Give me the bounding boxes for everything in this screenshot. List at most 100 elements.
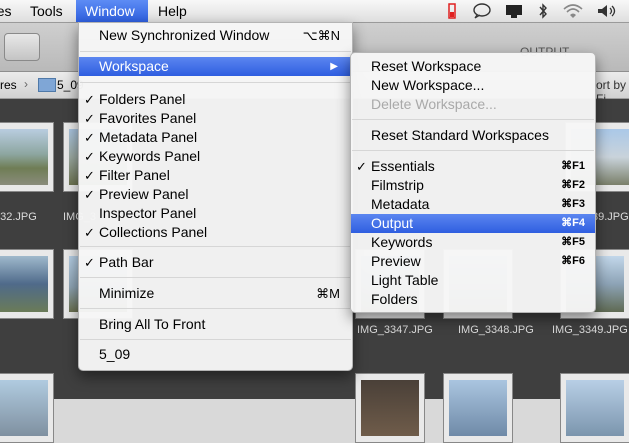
- menu-item-metadata-panel[interactable]: ✓ Metadata Panel: [79, 128, 352, 147]
- menu-item-label: Metadata: [371, 196, 430, 212]
- toolbar-button[interactable]: [4, 33, 40, 61]
- menu-item-shortcut: ⌘F5: [561, 236, 585, 248]
- menu-item-bring-all-to-front[interactable]: Bring All To Front: [79, 315, 352, 334]
- menu-item-label: Keywords: [371, 234, 433, 250]
- menu-item-shortcut: ⌘M: [316, 286, 340, 301]
- menu-item-folders-panel[interactable]: ✓ Folders Panel: [79, 90, 352, 109]
- chat-bubble-icon[interactable]: [472, 3, 492, 19]
- checkmark-icon: ✓: [84, 225, 95, 240]
- menu-separator: [80, 51, 351, 52]
- menu-item-new-synchronized-window[interactable]: New Synchronized Window ⌥⌘N: [79, 26, 352, 45]
- thumbnail-caption: IMG_3347.JPG: [357, 324, 433, 336]
- menu-item-label: Keywords Panel: [99, 148, 201, 164]
- menu-item-label: Filmstrip: [371, 177, 424, 193]
- thumbnail-caption: IMG_3349.JPG: [552, 324, 628, 336]
- menu-item-reset-workspace[interactable]: Reset Workspace: [351, 57, 595, 76]
- menu-item-shortcut: ⌘F6: [561, 255, 585, 267]
- menu-item-essentials[interactable]: ✓ Essentials ⌘F1: [351, 157, 595, 176]
- menu-item-favorites-panel[interactable]: ✓ Favorites Panel: [79, 109, 352, 128]
- menu-separator: [352, 150, 594, 151]
- menu-item-label: 5_09: [99, 346, 131, 362]
- thumbnail[interactable]: [355, 373, 425, 443]
- checkmark-icon: ✓: [84, 187, 95, 202]
- menu-help[interactable]: Help: [150, 0, 195, 22]
- menu-window[interactable]: Window: [76, 0, 148, 22]
- folder-icon: [38, 78, 56, 92]
- menu-item-filmstrip[interactable]: Filmstrip ⌘F2: [351, 176, 595, 195]
- checkmark-icon: ✓: [356, 159, 367, 174]
- menu-separator: [80, 277, 351, 278]
- menu-separator: [80, 308, 351, 309]
- checkmark-icon: ✓: [84, 255, 95, 270]
- path-left-segment[interactable]: res: [0, 78, 17, 92]
- menu-item-new-workspace[interactable]: New Workspace...: [351, 76, 595, 95]
- menu-item-label: New Workspace...: [371, 77, 485, 93]
- menu-bar: Files Tools Window Help: [0, 0, 629, 23]
- menu-item-window-5-09[interactable]: 5_09: [79, 345, 352, 364]
- menu-item-label: Bring All To Front: [99, 316, 206, 332]
- menu-item-label: Essentials: [371, 158, 435, 174]
- menu-item-keywords[interactable]: Keywords ⌘F5: [351, 233, 595, 252]
- bluetooth-icon[interactable]: [537, 3, 549, 19]
- menu-item-workspace[interactable]: Workspace ▶: [79, 57, 352, 76]
- menu-item-label: Metadata Panel: [99, 129, 198, 145]
- checkmark-icon: ✓: [84, 111, 95, 126]
- menu-separator: [80, 82, 351, 83]
- menu-item-inspector-panel[interactable]: Inspector Panel: [79, 204, 352, 223]
- menu-item-label: Workspace: [99, 58, 169, 74]
- path-separator-icon: ›: [24, 77, 28, 91]
- menu-item-label: Folders: [371, 291, 418, 307]
- menu-files[interactable]: Files: [0, 0, 20, 22]
- menu-item-label: Minimize: [99, 285, 155, 301]
- wifi-icon[interactable]: [562, 3, 584, 19]
- thumbnail-caption: IMG_3348.JPG: [458, 324, 534, 336]
- menu-item-label: Output: [371, 215, 414, 231]
- thumbnail[interactable]: [443, 373, 513, 443]
- volume-icon[interactable]: [596, 3, 618, 19]
- menu-item-preview-panel[interactable]: ✓ Preview Panel: [79, 185, 352, 204]
- menu-item-label: Delete Workspace...: [371, 96, 497, 112]
- menu-item-label: Path Bar: [99, 254, 154, 270]
- thumbnail[interactable]: [0, 122, 54, 192]
- menu-separator: [80, 339, 351, 340]
- menu-item-label: Preview Panel: [99, 186, 189, 202]
- checkmark-icon: ✓: [84, 149, 95, 164]
- menu-item-shortcut: ⌘F1: [561, 160, 585, 172]
- thumbnail-caption: 39.JPG: [592, 211, 629, 223]
- menu-item-shortcut: ⌘F3: [561, 198, 585, 210]
- display-icon[interactable]: [505, 3, 523, 19]
- menu-item-path-bar[interactable]: ✓ Path Bar: [79, 253, 352, 272]
- workspace-submenu: Reset Workspace New Workspace... Delete …: [350, 52, 596, 313]
- menu-item-label: Preview: [371, 253, 421, 269]
- menu-separator: [80, 246, 351, 247]
- menu-item-label: Inspector Panel: [99, 205, 197, 221]
- menu-item-label: Filter Panel: [99, 167, 170, 183]
- submenu-arrow-icon: ▶: [330, 61, 338, 72]
- thumbnail[interactable]: [0, 373, 54, 443]
- menu-item-collections-panel[interactable]: ✓ Collections Panel: [79, 223, 352, 242]
- menu-item-shortcut: ⌥⌘N: [302, 28, 340, 43]
- window-menu: New Synchronized Window ⌥⌘N Workspace ▶ …: [78, 22, 353, 371]
- menu-item-folders[interactable]: Folders: [351, 290, 595, 309]
- battery-alert-icon[interactable]: [446, 3, 458, 19]
- checkmark-icon: ✓: [84, 92, 95, 107]
- menu-tools[interactable]: Tools: [22, 0, 71, 22]
- thumbnail[interactable]: [560, 373, 629, 443]
- menu-item-label: Collections Panel: [99, 224, 208, 240]
- checkmark-icon: ✓: [84, 130, 95, 145]
- menu-item-output[interactable]: Output ⌘F4: [351, 214, 595, 233]
- menu-item-preview[interactable]: Preview ⌘F6: [351, 252, 595, 271]
- checkmark-icon: ✓: [84, 168, 95, 183]
- menu-item-reset-standard-workspaces[interactable]: Reset Standard Workspaces: [351, 126, 595, 145]
- menu-item-keywords-panel[interactable]: ✓ Keywords Panel: [79, 147, 352, 166]
- menu-item-filter-panel[interactable]: ✓ Filter Panel: [79, 166, 352, 185]
- menu-item-label: Reset Standard Workspaces: [371, 127, 549, 143]
- menu-item-metadata[interactable]: Metadata ⌘F3: [351, 195, 595, 214]
- menu-item-light-table[interactable]: Light Table: [351, 271, 595, 290]
- menu-item-label: Reset Workspace: [371, 58, 482, 74]
- menu-item-shortcut: ⌘F4: [561, 217, 585, 229]
- menu-item-delete-workspace: Delete Workspace...: [351, 95, 595, 114]
- menu-item-label: Favorites Panel: [99, 110, 197, 126]
- thumbnail[interactable]: [0, 249, 54, 319]
- menu-item-minimize[interactable]: Minimize ⌘M: [79, 284, 352, 303]
